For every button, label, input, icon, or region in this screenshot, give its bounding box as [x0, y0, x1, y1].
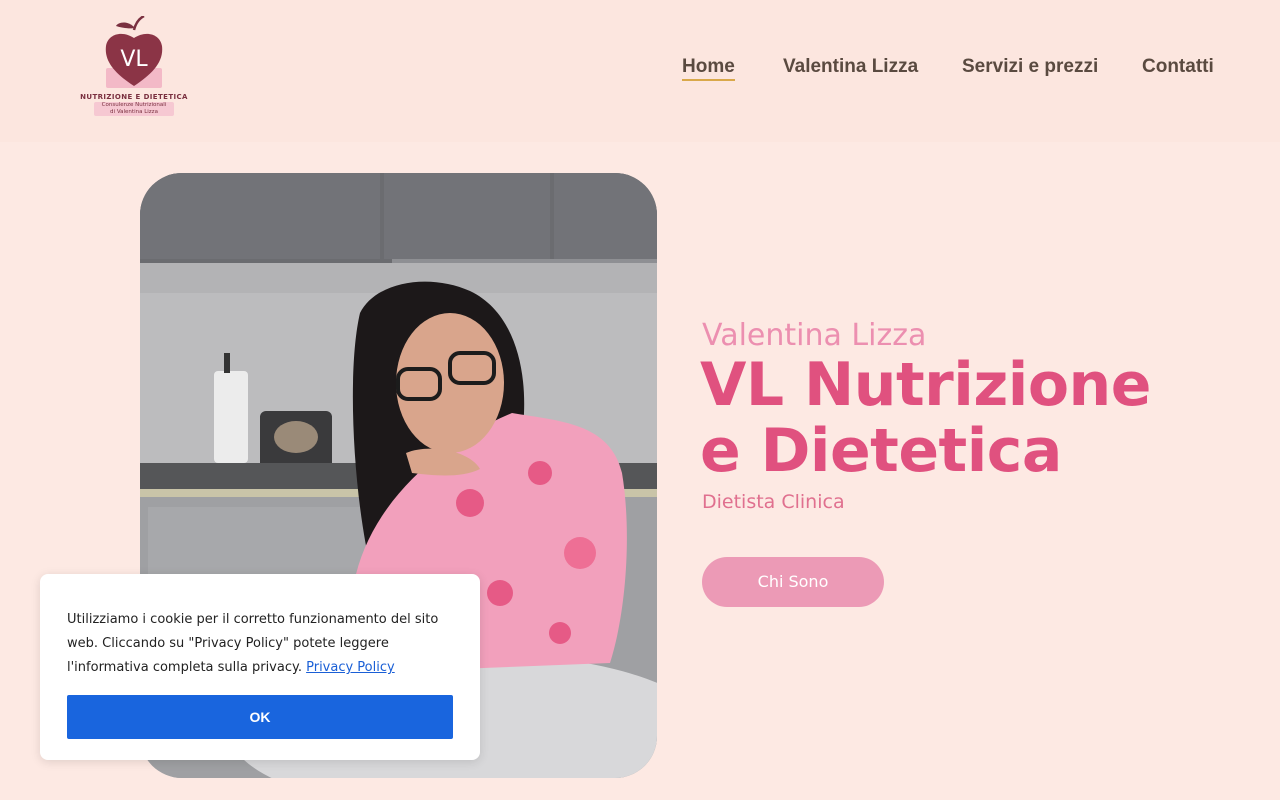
hero-title-line1: VL Nutrizione — [700, 350, 1151, 420]
apple-heart-logo-icon: VL — [105, 16, 163, 88]
nav-item-servizi-e-prezzi[interactable]: Servizi e prezzi — [962, 56, 1098, 78]
main-nav: Home Valentina Lizza Servizi e prezzi Co… — [0, 56, 1280, 81]
chi-sono-button[interactable]: Chi Sono — [702, 557, 884, 607]
logo-title: NUTRIZIONE E DIETETICA — [80, 93, 188, 101]
site-header: VL NUTRIZIONE E DIETETICA Consulenze Nut… — [0, 0, 1280, 142]
logo-subtitle-line2: di Valentina Lizza — [110, 109, 158, 115]
cookie-text: Utilizziamo i cookie per il corretto fun… — [67, 608, 459, 680]
nav-item-contatti[interactable]: Contatti — [1142, 56, 1214, 78]
privacy-policy-link[interactable]: Privacy Policy — [306, 660, 395, 675]
hero-title-line2: e Dietetica — [700, 416, 1062, 486]
logo-subtitle: Consulenze Nutrizionali di Valentina Liz… — [94, 102, 174, 116]
nav-item-home[interactable]: Home — [682, 56, 735, 81]
hero-title: VL Nutrizione e Dietetica — [700, 352, 1240, 484]
hero-eyebrow: Valentina Lizza — [702, 318, 927, 353]
nav-item-valentina-lizza[interactable]: Valentina Lizza — [783, 56, 918, 78]
cookie-banner: Utilizziamo i cookie per il corretto fun… — [40, 574, 480, 760]
cookie-ok-button[interactable]: OK — [67, 695, 453, 739]
hero-subtitle: Dietista Clinica — [702, 491, 845, 513]
logo-subtitle-line1: Consulenze Nutrizionali — [101, 102, 167, 108]
